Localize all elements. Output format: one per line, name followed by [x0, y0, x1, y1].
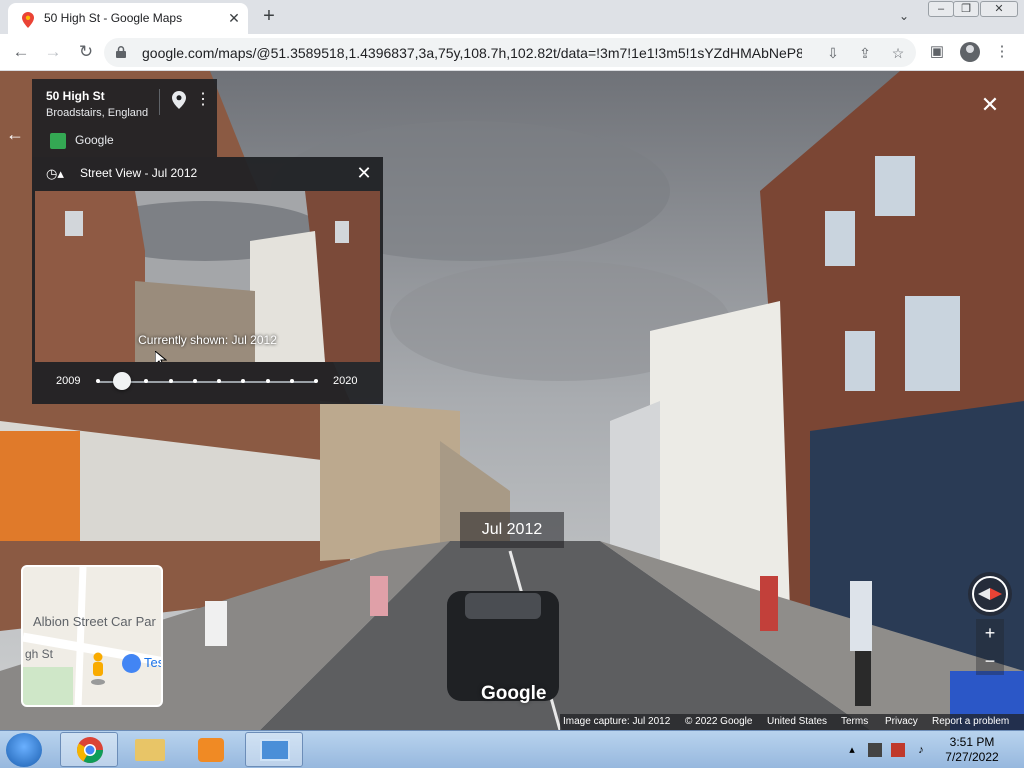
- minimize-window-button[interactable]: –: [928, 1, 954, 17]
- forward-arrow-icon[interactable]: →: [42, 41, 64, 63]
- network-icon[interactable]: [868, 743, 882, 757]
- report-problem-link[interactable]: Report a problem: [932, 716, 1009, 727]
- control-panel-icon: [260, 739, 290, 761]
- close-street-view-icon[interactable]: ✕: [978, 93, 1002, 117]
- store-poi-icon[interactable]: [122, 654, 141, 673]
- action-center-icon[interactable]: [891, 743, 905, 757]
- brand-name: Google: [75, 133, 114, 147]
- minimap-road-label: gh St: [25, 647, 54, 661]
- timeline-end-year: 2020: [333, 375, 358, 387]
- timeline-snapshot-dot[interactable]: [96, 379, 100, 383]
- timeline-snapshot-dot[interactable]: [289, 379, 294, 383]
- street-view[interactable]: ← 50 High St Broadstairs, England Google…: [0, 71, 1024, 730]
- minimap-label: Albion Street Car Par: [33, 614, 156, 629]
- timeline-snapshot-dot[interactable]: [265, 379, 270, 383]
- minimap-poi-label: Tes: [144, 655, 163, 670]
- tab-search-chevron-icon[interactable]: ⌄: [894, 6, 914, 26]
- place-name: 50 High St: [46, 89, 105, 103]
- compass-needle: [972, 576, 1008, 612]
- star-icon[interactable]: ☆: [889, 44, 907, 62]
- profile-avatar-icon[interactable]: [960, 42, 980, 62]
- privacy-link[interactable]: Privacy: [885, 716, 918, 727]
- copyright: © 2022 Google: [685, 716, 753, 727]
- zoom-out-button[interactable]: −: [976, 647, 1004, 675]
- more-options-icon[interactable]: ⋮: [195, 89, 211, 111]
- image-capture-date: Image capture: Jul 2012: [563, 716, 671, 727]
- timeline-snapshot-dot[interactable]: [168, 379, 173, 383]
- reload-icon[interactable]: ↻: [75, 41, 97, 63]
- region-link[interactable]: United States: [767, 716, 827, 727]
- show-hidden-icons-icon[interactable]: ▴: [845, 743, 859, 757]
- back-arrow-icon[interactable]: ←: [10, 41, 32, 63]
- folder-icon: [135, 739, 165, 761]
- back-arrow-icon[interactable]: ←: [4, 123, 26, 145]
- chrome-icon: [76, 737, 104, 764]
- compass-icon[interactable]: [968, 572, 1012, 616]
- media-player-taskbar-button[interactable]: [182, 732, 240, 767]
- timeline-snapshot-dot[interactable]: [192, 379, 197, 383]
- taskbar: ▴ ♪ 3:51 PM 7/27/2022: [0, 730, 1024, 768]
- restore-window-button[interactable]: ❐: [953, 1, 979, 17]
- tab-strip: 50 High St - Google Maps ✕ + ⌄ – ❐ ✕: [0, 0, 1024, 34]
- share-icon[interactable]: ⇪: [856, 44, 874, 62]
- zoom-in-button[interactable]: +: [976, 619, 1004, 647]
- capture-date-overlay: Jul 2012: [460, 512, 564, 548]
- chrome-taskbar-button[interactable]: [60, 732, 118, 767]
- media-player-icon: [198, 738, 224, 762]
- new-tab-button[interactable]: +: [258, 5, 280, 27]
- current-snapshot-caption: Currently shown: Jul 2012: [138, 333, 277, 347]
- start-button[interactable]: [6, 733, 42, 767]
- pegman-icon[interactable]: [91, 652, 105, 686]
- taskbar-time[interactable]: 3:51 PM: [944, 735, 1000, 749]
- control-panel-taskbar-button[interactable]: [245, 732, 303, 767]
- time-machine-title: Street View - Jul 2012: [80, 166, 198, 180]
- place-card: 50 High St Broadstairs, England Google ⋮: [32, 79, 217, 157]
- minimap[interactable]: Albion Street Car Par gh St Tes: [21, 565, 163, 707]
- google-maps-logo-icon: [50, 133, 66, 149]
- browser-tab[interactable]: 50 High St - Google Maps ✕: [8, 3, 248, 34]
- side-panel-icon[interactable]: ▣: [927, 42, 947, 62]
- google-watermark: Google: [481, 683, 547, 704]
- close-window-button[interactable]: ✕: [980, 1, 1018, 17]
- mouse-cursor-icon: [155, 351, 167, 362]
- timeline-start-year: 2009: [56, 375, 81, 387]
- place-subtitle: Broadstairs, England: [46, 107, 149, 119]
- history-icon[interactable]: ◷▴: [46, 165, 66, 183]
- close-icon[interactable]: ✕: [354, 163, 374, 183]
- map-pin-icon[interactable]: [172, 91, 186, 109]
- browser-menu-icon[interactable]: ⋮: [992, 42, 1012, 62]
- taskbar-date[interactable]: 7/27/2022: [944, 750, 1000, 764]
- terms-link[interactable]: Terms: [841, 716, 868, 727]
- file-explorer-taskbar-button[interactable]: [121, 732, 179, 767]
- historical-thumbnail[interactable]: Currently shown: Jul 2012: [35, 191, 380, 362]
- divider: [159, 89, 160, 115]
- timeline-snapshot-dot[interactable]: [314, 379, 318, 383]
- tab-title: 50 High St - Google Maps: [44, 11, 183, 25]
- screen: 50 High St - Google Maps ✕ + ⌄ – ❐ ✕ ← →…: [0, 0, 1024, 768]
- maps-favicon-icon: [22, 12, 34, 28]
- browser-toolbar: ← → ↻ google.com/maps/@51.3589518,1.4396…: [0, 34, 1024, 71]
- time-machine-panel: ◷▴ Street View - Jul 2012 ✕ Currently sh…: [32, 157, 383, 404]
- timeline-slider-handle[interactable]: [113, 372, 132, 390]
- volume-icon[interactable]: ♪: [914, 743, 928, 757]
- minimap-roads: [23, 567, 161, 705]
- map-footer: Image capture: Jul 2012 © 2022 Google Un…: [560, 714, 1024, 730]
- tab-close-icon[interactable]: ✕: [226, 9, 242, 27]
- url-text[interactable]: google.com/maps/@51.3589518,1.4396837,3a…: [142, 45, 802, 61]
- address-bar[interactable]: google.com/maps/@51.3589518,1.4396837,3a…: [104, 38, 916, 67]
- lock-icon: [116, 46, 126, 58]
- install-app-icon[interactable]: ⇩: [824, 44, 842, 62]
